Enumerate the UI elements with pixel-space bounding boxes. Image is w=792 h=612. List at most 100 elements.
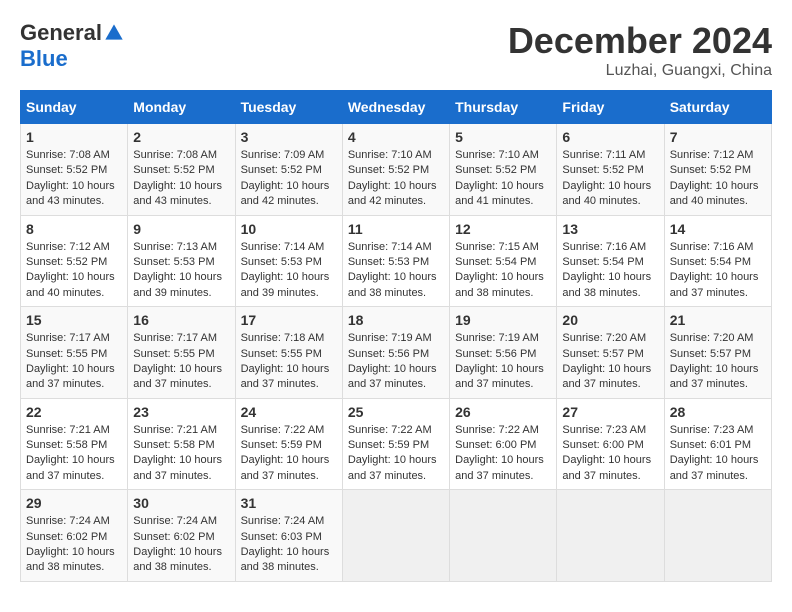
day-info: Sunrise: 7:22 AMSunset: 6:00 PMDaylight:… <box>455 423 551 485</box>
calendar-cell <box>342 490 449 582</box>
calendar-cell: 11 Sunrise: 7:14 AMSunset: 5:53 PMDaylig… <box>342 215 449 307</box>
day-number: 18 <box>348 312 444 328</box>
week-row-4: 22 Sunrise: 7:21 AMSunset: 5:58 PMDaylig… <box>21 398 772 490</box>
header-row: Sunday Monday Tuesday Wednesday Thursday… <box>21 91 772 124</box>
day-info: Sunrise: 7:09 AMSunset: 5:52 PMDaylight:… <box>241 148 337 210</box>
day-number: 4 <box>348 129 444 145</box>
calendar-cell: 9 Sunrise: 7:13 AMSunset: 5:53 PMDayligh… <box>128 215 235 307</box>
day-number: 24 <box>241 404 337 420</box>
calendar-cell: 13 Sunrise: 7:16 AMSunset: 5:54 PMDaylig… <box>557 215 664 307</box>
day-number: 17 <box>241 312 337 328</box>
day-info: Sunrise: 7:11 AMSunset: 5:52 PMDaylight:… <box>562 148 658 210</box>
calendar-cell: 20 Sunrise: 7:20 AMSunset: 5:57 PMDaylig… <box>557 307 664 399</box>
day-number: 22 <box>26 404 122 420</box>
day-info: Sunrise: 7:18 AMSunset: 5:55 PMDaylight:… <box>241 331 337 393</box>
calendar-table: Sunday Monday Tuesday Wednesday Thursday… <box>20 90 772 582</box>
day-info: Sunrise: 7:16 AMSunset: 5:54 PMDaylight:… <box>562 240 658 302</box>
location: Luzhai, Guangxi, China <box>508 62 772 80</box>
calendar-cell: 3 Sunrise: 7:09 AMSunset: 5:52 PMDayligh… <box>235 124 342 216</box>
day-number: 27 <box>562 404 658 420</box>
header-saturday: Saturday <box>664 91 771 124</box>
header-tuesday: Tuesday <box>235 91 342 124</box>
title-block: December 2024 Luzhai, Guangxi, China <box>508 20 772 80</box>
day-number: 23 <box>133 404 229 420</box>
day-info: Sunrise: 7:10 AMSunset: 5:52 PMDaylight:… <box>455 148 551 210</box>
day-info: Sunrise: 7:12 AMSunset: 5:52 PMDaylight:… <box>26 240 122 302</box>
header-thursday: Thursday <box>450 91 557 124</box>
calendar-cell: 27 Sunrise: 7:23 AMSunset: 6:00 PMDaylig… <box>557 398 664 490</box>
day-number: 7 <box>670 129 766 145</box>
calendar-cell: 6 Sunrise: 7:11 AMSunset: 5:52 PMDayligh… <box>557 124 664 216</box>
day-info: Sunrise: 7:20 AMSunset: 5:57 PMDaylight:… <box>562 331 658 393</box>
calendar-cell: 8 Sunrise: 7:12 AMSunset: 5:52 PMDayligh… <box>21 215 128 307</box>
day-number: 10 <box>241 221 337 237</box>
calendar-cell: 10 Sunrise: 7:14 AMSunset: 5:53 PMDaylig… <box>235 215 342 307</box>
day-number: 2 <box>133 129 229 145</box>
calendar-cell: 4 Sunrise: 7:10 AMSunset: 5:52 PMDayligh… <box>342 124 449 216</box>
calendar-cell: 5 Sunrise: 7:10 AMSunset: 5:52 PMDayligh… <box>450 124 557 216</box>
calendar-cell: 21 Sunrise: 7:20 AMSunset: 5:57 PMDaylig… <box>664 307 771 399</box>
day-info: Sunrise: 7:21 AMSunset: 5:58 PMDaylight:… <box>133 423 229 485</box>
day-number: 12 <box>455 221 551 237</box>
day-number: 26 <box>455 404 551 420</box>
day-info: Sunrise: 7:24 AMSunset: 6:02 PMDaylight:… <box>26 514 122 576</box>
day-info: Sunrise: 7:22 AMSunset: 5:59 PMDaylight:… <box>348 423 444 485</box>
day-info: Sunrise: 7:17 AMSunset: 5:55 PMDaylight:… <box>133 331 229 393</box>
day-info: Sunrise: 7:21 AMSunset: 5:58 PMDaylight:… <box>26 423 122 485</box>
calendar-cell: 26 Sunrise: 7:22 AMSunset: 6:00 PMDaylig… <box>450 398 557 490</box>
day-info: Sunrise: 7:08 AMSunset: 5:52 PMDaylight:… <box>26 148 122 210</box>
calendar-cell: 7 Sunrise: 7:12 AMSunset: 5:52 PMDayligh… <box>664 124 771 216</box>
day-info: Sunrise: 7:13 AMSunset: 5:53 PMDaylight:… <box>133 240 229 302</box>
calendar-cell: 12 Sunrise: 7:15 AMSunset: 5:54 PMDaylig… <box>450 215 557 307</box>
day-number: 11 <box>348 221 444 237</box>
logo: General Blue <box>20 20 124 72</box>
day-number: 13 <box>562 221 658 237</box>
header-friday: Friday <box>557 91 664 124</box>
day-info: Sunrise: 7:23 AMSunset: 6:00 PMDaylight:… <box>562 423 658 485</box>
day-number: 14 <box>670 221 766 237</box>
day-info: Sunrise: 7:17 AMSunset: 5:55 PMDaylight:… <box>26 331 122 393</box>
header-monday: Monday <box>128 91 235 124</box>
day-number: 6 <box>562 129 658 145</box>
day-info: Sunrise: 7:20 AMSunset: 5:57 PMDaylight:… <box>670 331 766 393</box>
logo-icon <box>104 23 124 43</box>
day-number: 1 <box>26 129 122 145</box>
day-info: Sunrise: 7:23 AMSunset: 6:01 PMDaylight:… <box>670 423 766 485</box>
day-info: Sunrise: 7:14 AMSunset: 5:53 PMDaylight:… <box>348 240 444 302</box>
logo-general: General <box>20 20 102 46</box>
calendar-cell: 23 Sunrise: 7:21 AMSunset: 5:58 PMDaylig… <box>128 398 235 490</box>
calendar-cell: 24 Sunrise: 7:22 AMSunset: 5:59 PMDaylig… <box>235 398 342 490</box>
day-number: 19 <box>455 312 551 328</box>
day-number: 16 <box>133 312 229 328</box>
calendar-cell: 17 Sunrise: 7:18 AMSunset: 5:55 PMDaylig… <box>235 307 342 399</box>
day-number: 15 <box>26 312 122 328</box>
calendar-cell: 28 Sunrise: 7:23 AMSunset: 6:01 PMDaylig… <box>664 398 771 490</box>
calendar-cell: 25 Sunrise: 7:22 AMSunset: 5:59 PMDaylig… <box>342 398 449 490</box>
calendar-cell: 29 Sunrise: 7:24 AMSunset: 6:02 PMDaylig… <box>21 490 128 582</box>
calendar-cell: 2 Sunrise: 7:08 AMSunset: 5:52 PMDayligh… <box>128 124 235 216</box>
day-number: 25 <box>348 404 444 420</box>
week-row-5: 29 Sunrise: 7:24 AMSunset: 6:02 PMDaylig… <box>21 490 772 582</box>
day-info: Sunrise: 7:16 AMSunset: 5:54 PMDaylight:… <box>670 240 766 302</box>
day-info: Sunrise: 7:22 AMSunset: 5:59 PMDaylight:… <box>241 423 337 485</box>
day-info: Sunrise: 7:14 AMSunset: 5:53 PMDaylight:… <box>241 240 337 302</box>
calendar-cell: 31 Sunrise: 7:24 AMSunset: 6:03 PMDaylig… <box>235 490 342 582</box>
calendar-cell: 30 Sunrise: 7:24 AMSunset: 6:02 PMDaylig… <box>128 490 235 582</box>
calendar-cell: 16 Sunrise: 7:17 AMSunset: 5:55 PMDaylig… <box>128 307 235 399</box>
calendar-cell: 18 Sunrise: 7:19 AMSunset: 5:56 PMDaylig… <box>342 307 449 399</box>
calendar-cell: 14 Sunrise: 7:16 AMSunset: 5:54 PMDaylig… <box>664 215 771 307</box>
header-sunday: Sunday <box>21 91 128 124</box>
day-info: Sunrise: 7:24 AMSunset: 6:02 PMDaylight:… <box>133 514 229 576</box>
week-row-2: 8 Sunrise: 7:12 AMSunset: 5:52 PMDayligh… <box>21 215 772 307</box>
day-number: 20 <box>562 312 658 328</box>
day-info: Sunrise: 7:24 AMSunset: 6:03 PMDaylight:… <box>241 514 337 576</box>
calendar-cell <box>557 490 664 582</box>
day-number: 8 <box>26 221 122 237</box>
day-info: Sunrise: 7:12 AMSunset: 5:52 PMDaylight:… <box>670 148 766 210</box>
logo-blue: Blue <box>20 46 68 72</box>
day-info: Sunrise: 7:10 AMSunset: 5:52 PMDaylight:… <box>348 148 444 210</box>
day-number: 21 <box>670 312 766 328</box>
calendar-cell: 19 Sunrise: 7:19 AMSunset: 5:56 PMDaylig… <box>450 307 557 399</box>
header-wednesday: Wednesday <box>342 91 449 124</box>
month-title: December 2024 <box>508 20 772 62</box>
